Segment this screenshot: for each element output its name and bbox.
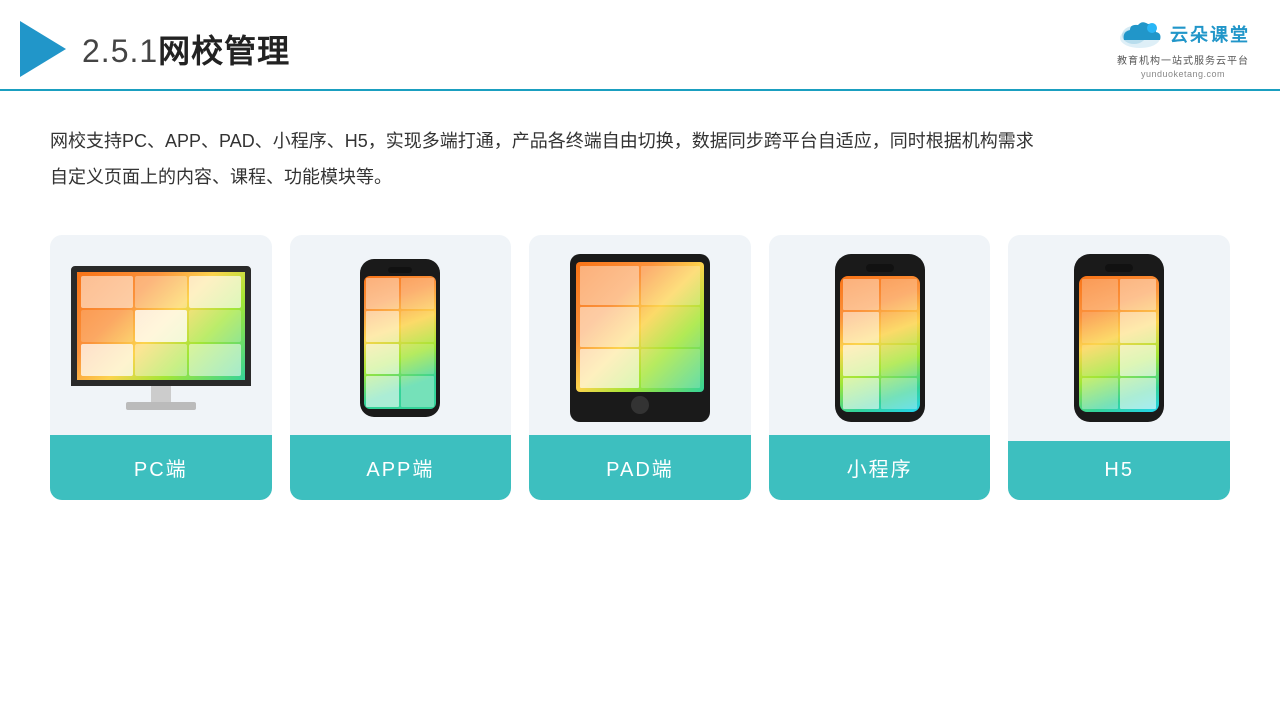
title-number: 2.5.1 — [82, 33, 158, 69]
monitor-neck — [151, 386, 171, 402]
card-mini-label: 小程序 — [769, 435, 991, 500]
mini-phone-screen — [840, 276, 920, 412]
tablet-device — [570, 254, 710, 422]
card-app[interactable]: APP端 — [290, 235, 512, 500]
card-mini-image — [769, 235, 991, 435]
card-pad-image — [529, 235, 751, 435]
play-icon — [20, 21, 66, 77]
logo-tagline: 教育机构一站式服务云平台 — [1117, 52, 1249, 67]
h5-phone-screen — [1079, 276, 1159, 412]
tablet-screen — [576, 262, 704, 392]
cloud-icon — [1116, 18, 1164, 50]
logo-url: yunduoketang.com — [1141, 69, 1225, 79]
logo-cloud: 云朵课堂 — [1116, 18, 1250, 50]
tablet-frame — [570, 254, 710, 422]
card-pc-image — [50, 235, 272, 435]
card-pad-label: PAD端 — [529, 435, 751, 500]
pc-monitor — [71, 266, 251, 410]
card-h5-label: H5 — [1008, 441, 1230, 500]
logo-text-cn: 云朵课堂 — [1170, 21, 1250, 47]
app-phone-notch — [388, 267, 412, 273]
monitor-screen — [71, 266, 251, 386]
cards-container: PC端 APP端 — [0, 205, 1280, 500]
card-pad[interactable]: PAD端 — [529, 235, 751, 500]
mini-phone — [835, 254, 925, 422]
card-app-label: APP端 — [290, 435, 512, 500]
tablet-home-button — [631, 396, 649, 414]
page-title: 2.5.1网校管理 — [82, 26, 290, 72]
card-h5[interactable]: H5 — [1008, 235, 1230, 500]
card-app-image — [290, 235, 512, 435]
monitor-base — [126, 402, 196, 410]
app-phone-frame — [360, 259, 440, 417]
mini-phone-notch — [866, 264, 894, 272]
card-pc[interactable]: PC端 — [50, 235, 272, 500]
title-cn: 网校管理 — [158, 33, 290, 69]
h5-phone-frame — [1074, 254, 1164, 422]
card-mini[interactable]: 小程序 — [769, 235, 991, 500]
description-text: 网校支持PC、APP、PAD、小程序、H5，实现多端打通，产品各终端自由切换，数… — [0, 91, 1100, 205]
card-pc-label: PC端 — [50, 435, 272, 500]
mini-phone-frame — [835, 254, 925, 422]
h5-phone — [1074, 254, 1164, 422]
header: 2.5.1网校管理 云朵课堂 教育机构一站式服务云平台 yunduoketang… — [0, 0, 1280, 91]
header-left: 2.5.1网校管理 — [20, 21, 290, 77]
h5-phone-notch — [1105, 264, 1133, 272]
app-phone-screen — [364, 276, 436, 409]
card-h5-image — [1008, 235, 1230, 435]
logo-area: 云朵课堂 教育机构一站式服务云平台 yunduoketang.com — [1116, 18, 1250, 79]
